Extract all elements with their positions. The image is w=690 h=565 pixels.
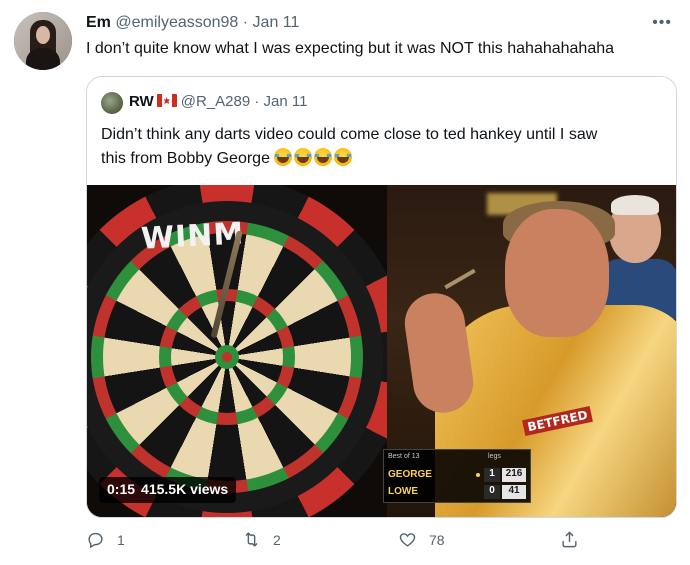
player-name: GEORGE: [388, 469, 432, 480]
reply-button[interactable]: 1: [86, 530, 125, 549]
scoreboard: Best of 13 legs GEORGE 1 216 LOWE 0 41: [383, 449, 531, 503]
player-arm: [400, 289, 478, 417]
tweet-header: Em @emilyeasson98 · Jan 11: [86, 14, 299, 32]
quote-author-handle[interactable]: @R_A289: [181, 93, 250, 110]
video-views: 415.5K views: [141, 481, 229, 497]
quote-header: RW @R_A289 · Jan 11: [129, 93, 307, 110]
quote-text: Didn’t think any darts video could come …: [101, 123, 661, 174]
scoreboard-header: Best of 13: [388, 453, 420, 460]
quote-date[interactable]: Jan 11: [264, 93, 308, 110]
retweet-count: 2: [273, 531, 281, 548]
tweet-actions: 1 2 78: [86, 530, 586, 554]
player-head: [505, 209, 609, 337]
video-duration: 0:15: [107, 481, 136, 497]
retweet-button[interactable]: 2: [242, 530, 281, 549]
reply-count: 1: [117, 531, 125, 548]
quote-author-avatar[interactable]: [101, 92, 123, 114]
video-duration-views-badge: 0:15 415.5K views: [99, 477, 237, 503]
header-separator: ·: [238, 14, 253, 31]
laughing-emoji-icon: [314, 148, 333, 166]
player-score: 216: [502, 468, 526, 482]
player-legs: 0: [484, 485, 500, 499]
laughing-emoji-icon: [274, 148, 293, 166]
heart-icon: [399, 533, 416, 547]
scoreboard-row: LOWE 0 41: [386, 485, 528, 500]
laughing-emoji-icon: [334, 148, 353, 166]
quote-author-name[interactable]: RW: [129, 93, 154, 110]
player-score: 41: [502, 485, 526, 499]
like-button[interactable]: 78: [398, 530, 445, 549]
quoted-tweet[interactable]: RW @R_A289 · Jan 11 Didn’t think any dart…: [86, 76, 677, 518]
bullseye: [215, 345, 239, 369]
dartboard-scene: WINM: [87, 185, 407, 517]
more-icon[interactable]: •••: [652, 14, 672, 32]
share-icon: [562, 531, 577, 548]
scoreboard-row: GEORGE 1 216: [386, 468, 528, 483]
quote-text-line2: this from Bobby George: [101, 150, 270, 167]
laughing-emojis: [274, 148, 354, 174]
quote-header-separator: ·: [250, 93, 264, 110]
like-count: 78: [429, 531, 445, 548]
share-button[interactable]: [560, 530, 579, 549]
scoreboard-legs-label: legs: [488, 453, 501, 460]
tweet-text: I don’t quite know what I was expecting …: [86, 40, 615, 57]
quote-text-line1: Didn’t think any darts video could come …: [101, 126, 598, 143]
video-player[interactable]: WINM BETFRED Best of 13 legs GEORGE 1 21…: [87, 185, 676, 517]
held-dart: [444, 268, 476, 290]
author-handle[interactable]: @emilyeasson98: [115, 14, 238, 31]
retweet-icon: [245, 532, 258, 547]
reply-icon: [88, 532, 103, 549]
tweet-date[interactable]: Jan 11: [253, 14, 300, 31]
player-name: LOWE: [388, 486, 418, 497]
throwing-indicator: [476, 473, 480, 477]
board-brand: WINM: [140, 216, 246, 257]
canada-flag-icon: [156, 94, 177, 107]
laughing-emoji-icon: [294, 148, 313, 166]
player-legs: 1: [484, 468, 500, 482]
author-name[interactable]: Em: [86, 14, 111, 31]
author-avatar[interactable]: [14, 12, 72, 70]
